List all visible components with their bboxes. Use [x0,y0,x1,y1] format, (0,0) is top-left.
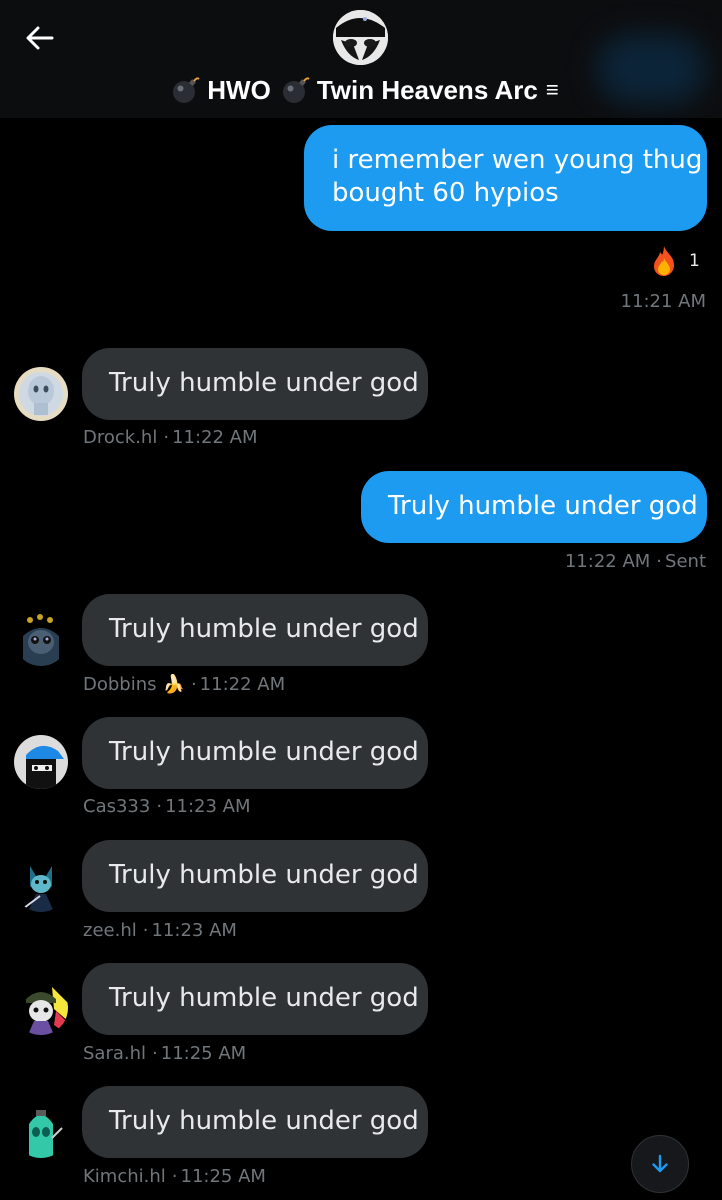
separator-dot: · [656,551,663,572]
sender-name[interactable]: zee.hl [83,920,137,941]
time-text: 11:23 AM [151,920,237,941]
avatar[interactable] [14,981,68,1035]
message-bubble-outgoing[interactable]: i remember wen young thug bought 60 hypi… [304,125,707,231]
avatar-cas333 [14,735,68,789]
time-text: 11:23 AM [165,796,251,817]
message-text: Truly humble under god [109,368,419,398]
sender-name[interactable]: Drock.hl [83,427,157,448]
message-text: Truly humble under god [109,983,419,1013]
fire-icon [651,245,677,277]
time-text: 11:22 AM [199,674,286,695]
message-text-line: bought 60 hypios [332,178,559,208]
separator-dot: · [142,920,149,941]
group-avatar-image [333,10,388,65]
time-text: 11:25 AM [160,1043,247,1064]
avatar[interactable] [14,735,68,789]
separator-dot: · [163,427,170,448]
message-text: Truly humble under god [109,860,419,890]
conversation-title[interactable]: HWO Twin Heavens Arc ≡ [145,72,585,108]
message-bubble-incoming[interactable]: Truly humble under god [82,717,428,789]
avatar-dobbins [14,612,68,666]
message-timestamp: 11:21 AM [560,290,706,314]
message-sender-meta: Cas333 · 11:23 AM [83,795,251,819]
avatar-kimchi [14,1104,68,1158]
arrow-left-icon [26,26,54,50]
avatar-drock [14,367,68,421]
time-text: 11:21 AM [620,291,706,312]
message-bubble-incoming[interactable]: Truly humble under god [82,840,428,912]
sender-name[interactable]: Kimchi.hl [83,1166,166,1187]
bomb-icon [171,75,201,105]
separator-dot: · [156,796,163,817]
message-bubble-incoming[interactable]: Truly humble under god [82,594,428,666]
title-part-hwo: HWO [207,74,271,105]
arrow-down-icon [652,1154,668,1173]
time-text: 11:22 AM [172,427,258,448]
message-sender-meta: zee.hl · 11:23 AM [83,919,237,943]
sender-name[interactable]: Sara.hl [83,1043,146,1064]
message-text: Truly humble under god [109,737,419,767]
message-bubble-incoming[interactable]: Truly humble under god [82,963,428,1035]
sent-status: Sent [665,551,706,572]
menu-icon[interactable]: ≡ [546,79,559,101]
message-sender-meta: Drock.hl · 11:22 AM [83,426,258,450]
avatar[interactable] [14,367,68,421]
message-bubble-incoming[interactable]: Truly humble under god [82,348,428,420]
message-text-line: i remember wen young thug [332,145,703,175]
message-reaction[interactable]: 1 [651,244,700,278]
message-bubble-incoming[interactable]: Truly humble under god [82,1086,428,1158]
sender-name[interactable]: Dobbins [83,674,157,695]
sender-name[interactable]: Cas333 [83,796,150,817]
message-sender-meta: Sara.hl · 11:25 AM [83,1042,246,1066]
scroll-to-bottom-button[interactable] [631,1135,689,1193]
time-text: 11:22 AM [564,551,651,572]
message-status-meta: 11:22 AM · Sent [500,550,706,574]
banana-badge-icon: 🍌 [162,674,185,695]
title-part-twin-heavens-arc: Twin Heavens Arc [316,74,538,105]
avatar[interactable] [14,612,68,666]
separator-dot: · [190,674,197,695]
time-text: 11:25 AM [180,1166,266,1187]
message-text: Truly humble under god [109,614,419,644]
avatar-sara [14,981,68,1035]
message-text: Truly humble under god [109,1106,419,1136]
avatar[interactable] [14,858,68,912]
message-text: Truly humble under god [388,491,698,521]
message-sender-meta: Kimchi.hl · 11:25 AM [83,1165,266,1189]
bomb-icon [281,75,311,105]
header-glow [596,34,706,104]
group-avatar[interactable] [333,10,388,65]
back-button[interactable] [22,20,58,56]
message-bubble-outgoing[interactable]: Truly humble under god [361,471,707,543]
separator-dot: · [152,1043,158,1064]
avatar-zee [14,858,68,912]
separator-dot: · [171,1166,178,1187]
chat-header: HWO Twin Heavens Arc ≡ [0,0,722,118]
reaction-count: 1 [689,251,700,271]
message-sender-meta: Dobbins 🍌 · 11:22 AM [83,673,285,697]
avatar[interactable] [14,1104,68,1158]
